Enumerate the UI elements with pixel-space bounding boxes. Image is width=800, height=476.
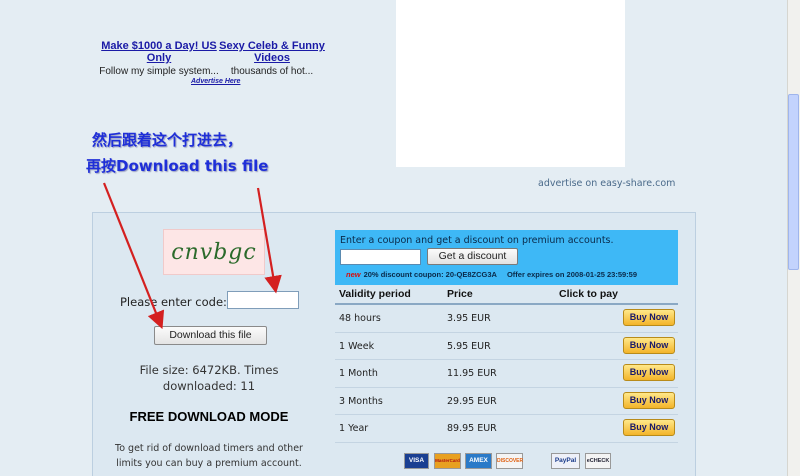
- discover-logo: DISCOVER: [496, 453, 523, 469]
- annotation-line-2: 再按Download this file: [86, 157, 269, 175]
- header-click-to-pay: Click to pay: [559, 288, 618, 300]
- new-badge: new: [346, 270, 361, 279]
- row-period: 3 Months: [339, 395, 383, 407]
- row-price: 11.95 EUR: [447, 368, 497, 379]
- discount-coupon-text: 20% discount coupon: 20-QE8ZCG3A: [363, 270, 497, 279]
- advertise-here-link[interactable]: Advertise Here: [191, 78, 240, 85]
- coupon-offer: new 20% discount coupon: 20-QE8ZCG3A Offer…: [346, 270, 637, 279]
- annotation-line-1: 然后跟着这个打进去，: [92, 131, 243, 149]
- ad-banner[interactable]: [396, 0, 625, 167]
- header-price: Price: [447, 288, 473, 300]
- row-period: 48 hours: [339, 313, 381, 324]
- table-row: 48 hours 3.95 EUR Buy Now: [335, 305, 678, 333]
- buy-now-button[interactable]: Buy Now: [623, 364, 675, 381]
- ad-desc-2: thousands of hot...: [230, 66, 314, 77]
- price-table: Validity period Price Click to pay 48 ho…: [335, 284, 678, 443]
- table-row: 3 Months 29.95 EUR Buy Now: [335, 388, 678, 415]
- ad-block-1: Make $1000 a Day! US Only Follow my simp…: [99, 40, 219, 77]
- mastercard-logo: MasterCard: [434, 453, 461, 469]
- annotation-text: 然后跟着这个打进去， 再按Download this file: [86, 127, 268, 179]
- advertise-link[interactable]: advertise on easy-share.com: [538, 178, 675, 189]
- table-row: 1 Year 89.95 EUR Buy Now: [335, 415, 678, 443]
- row-period: 1 Week: [339, 340, 375, 352]
- premium-note-line-1: To get rid of download timers and other: [115, 443, 303, 454]
- row-period: 1 Month: [339, 368, 378, 379]
- coupon-text: Enter a coupon and get a discount on pre…: [340, 235, 614, 246]
- buy-now-button[interactable]: Buy Now: [623, 391, 675, 409]
- row-price: 3.95 EUR: [447, 313, 491, 324]
- amex-logo: AMEX: [465, 453, 492, 469]
- price-table-header: Validity period Price Click to pay: [335, 284, 678, 305]
- buy-now-button[interactable]: Buy Now: [623, 419, 675, 436]
- download-file-button[interactable]: Download this file: [154, 326, 267, 345]
- row-period: 1 Year: [339, 423, 369, 434]
- row-price: 29.95 EUR: [447, 395, 497, 407]
- row-price: 5.95 EUR: [447, 340, 491, 352]
- ad-link-2[interactable]: Sexy Celeb & Funny Videos: [212, 40, 332, 64]
- row-price: 89.95 EUR: [447, 423, 497, 434]
- buy-now-button[interactable]: Buy Now: [623, 336, 675, 354]
- scroll-thumb[interactable]: [788, 94, 799, 270]
- code-label: Please enter code:: [120, 295, 227, 309]
- captcha-image: cnvbgc: [163, 229, 265, 275]
- code-input[interactable]: [227, 291, 299, 309]
- header-validity-period: Validity period: [339, 288, 411, 300]
- ad-link-1[interactable]: Make $1000 a Day! US Only: [99, 40, 219, 64]
- paypal-logo: PayPal: [551, 453, 580, 469]
- free-mode-heading: FREE DOWNLOAD MODE: [129, 409, 289, 424]
- ad-block-2: Sexy Celeb & Funny Videos thousands of h…: [212, 40, 332, 77]
- times-downloaded-text: downloaded: 11: [162, 379, 256, 393]
- file-size-text: File size: 6472KB. Times: [139, 363, 279, 377]
- offer-expires-text: Offer expires on 2008-01-25 23:59:59: [506, 270, 638, 279]
- premium-note: To get rid of download timers and other …: [96, 441, 322, 471]
- premium-note-line-2: limits you can buy a premium account.: [116, 458, 302, 469]
- table-row: 1 Week 5.95 EUR Buy Now: [335, 333, 678, 360]
- captcha-text: cnvbgc: [171, 239, 257, 265]
- coupon-input[interactable]: [340, 249, 421, 265]
- get-discount-button[interactable]: Get a discount: [427, 248, 518, 265]
- file-info: File size: 6472KB. Times downloaded: 11: [96, 362, 322, 394]
- coupon-box: Enter a coupon and get a discount on pre…: [335, 230, 678, 285]
- visa-logo: VISA: [404, 453, 429, 469]
- vertical-scrollbar[interactable]: [787, 0, 800, 476]
- echeck-logo: eCHECK: [585, 453, 611, 469]
- buy-now-button[interactable]: Buy Now: [623, 309, 675, 326]
- table-row: 1 Month 11.95 EUR Buy Now: [335, 360, 678, 388]
- ad-desc-1: Follow my simple system...: [99, 66, 219, 77]
